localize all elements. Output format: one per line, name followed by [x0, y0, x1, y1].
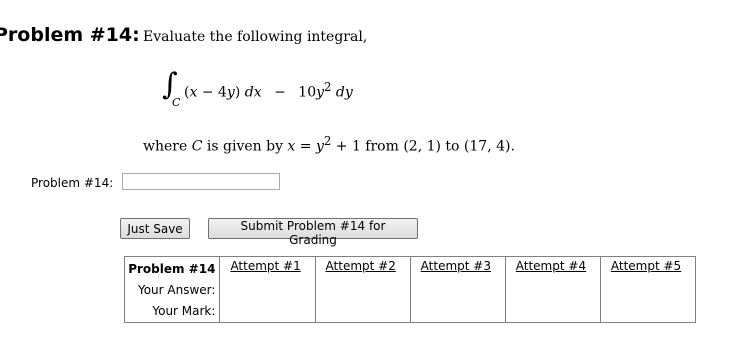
plus-one: + 1 — [331, 138, 361, 155]
attempt-link-3[interactable]: Attempt #3 — [421, 259, 491, 273]
curve-description: where C is given by x = y2 + 1 from (2, … — [143, 134, 515, 155]
attempts-table: Problem #14 Your Answer: Your Mark: Atte… — [123, 256, 697, 323]
differential-d: d — [240, 84, 254, 101]
attempt-column-1: Attempt #1 — [219, 256, 316, 323]
integral-subscript: C — [172, 96, 181, 109]
attempts-header-cell: Problem #14 Your Answer: Your Mark: — [123, 256, 221, 323]
attempt-link-5[interactable]: Attempt #5 — [611, 259, 681, 273]
answer-input[interactable] — [122, 173, 280, 190]
attempts-header: Problem #14 — [128, 262, 216, 276]
answer-label: Problem #14: — [31, 176, 114, 190]
attempt-column-4: Attempt #4 — [504, 256, 601, 323]
endpoints-text: from (2, 1) to (17, 4). — [360, 138, 515, 155]
your-mark-label: Your Mark: — [152, 304, 216, 318]
attempt-column-2: Attempt #2 — [314, 256, 411, 323]
problem-intro: Evaluate the following integral, — [143, 29, 368, 45]
just-save-button[interactable]: Just Save — [120, 218, 190, 239]
term-minus-4: − 4 — [197, 84, 227, 101]
var-x: x — [253, 84, 262, 101]
given-by-text: is given by — [202, 138, 288, 155]
attempt-column-3: Attempt #3 — [409, 256, 506, 323]
coefficient: 10 — [298, 84, 317, 101]
attempt-column-5: Attempt #5 — [599, 256, 697, 323]
var-y: y — [226, 84, 235, 101]
var-c: C — [191, 138, 203, 155]
problem-title: Problem #14: — [0, 24, 140, 46]
var-y: y — [316, 84, 325, 101]
where-text: where — [143, 138, 192, 155]
attempt-link-2[interactable]: Attempt #2 — [326, 259, 396, 273]
equals-sign: = — [295, 138, 316, 155]
your-answer-label: Your Answer: — [137, 283, 216, 297]
var-y: y — [315, 138, 324, 155]
var-y: y — [344, 84, 353, 101]
minus-sign: − — [269, 84, 291, 101]
attempt-link-1[interactable]: Attempt #1 — [230, 259, 300, 273]
submit-for-grading-button[interactable]: Submit Problem #14 for Grading — [208, 218, 418, 247]
attempt-link-4[interactable]: Attempt #4 — [516, 259, 586, 273]
differential-d: d — [331, 84, 345, 101]
integrand: (x − 4y) dx − 10y2 dy — [184, 80, 353, 101]
